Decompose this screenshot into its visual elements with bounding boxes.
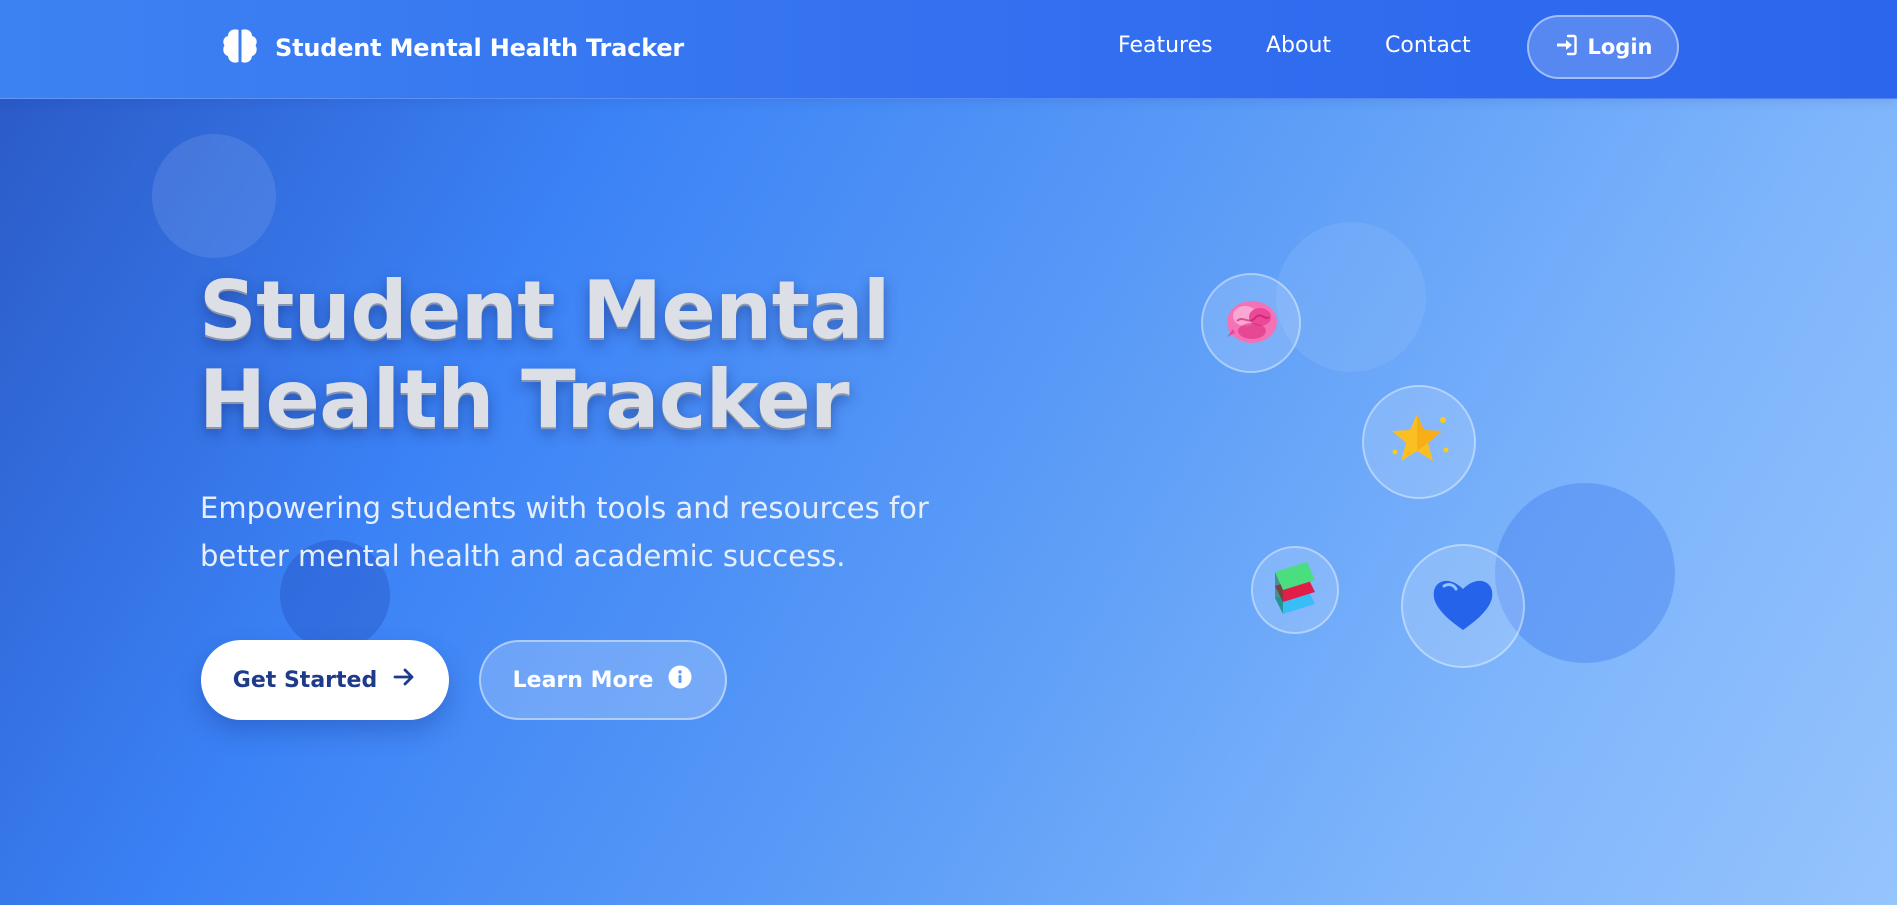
brand[interactable]: Student Mental Health Tracker bbox=[219, 22, 684, 74]
books-emoji-icon bbox=[1267, 558, 1323, 622]
floating-brain-bubble bbox=[1201, 273, 1301, 373]
blue-heart-emoji-icon bbox=[1430, 574, 1496, 638]
get-started-button[interactable]: Get Started bbox=[201, 640, 449, 720]
hero-subtitle: Empowering students with tools and resou… bbox=[200, 484, 960, 580]
top-navbar: Student Mental Health Tracker Features A… bbox=[0, 0, 1897, 99]
decorative-circle bbox=[152, 134, 276, 258]
brain-emoji-icon bbox=[1221, 291, 1281, 355]
floating-star-bubble bbox=[1362, 385, 1476, 499]
nav-link-about[interactable]: About bbox=[1266, 33, 1331, 58]
get-started-label: Get Started bbox=[232, 667, 378, 693]
info-circle-icon bbox=[667, 664, 693, 696]
login-button[interactable]: Login bbox=[1527, 15, 1679, 79]
brand-title: Student Mental Health Tracker bbox=[275, 34, 685, 62]
login-label: Login bbox=[1587, 35, 1653, 59]
hero-subtitle-line-1: Empowering students with tools and resou… bbox=[200, 491, 929, 525]
learn-more-button[interactable]: Learn More bbox=[479, 640, 727, 720]
arrow-right-icon bbox=[391, 664, 417, 696]
decorative-circle bbox=[1495, 483, 1675, 663]
hero-title-line-1: Student Mental bbox=[199, 264, 890, 357]
star-emoji-icon bbox=[1387, 408, 1451, 476]
sign-in-icon bbox=[1554, 33, 1578, 62]
hero-title-line-2: Health Tracker bbox=[199, 353, 850, 446]
floating-books-bubble bbox=[1251, 546, 1339, 634]
learn-more-label: Learn More bbox=[512, 667, 654, 693]
decorative-circle bbox=[1276, 222, 1426, 372]
hero-subtitle-line-2: better mental health and academic succes… bbox=[200, 539, 846, 573]
floating-heart-bubble bbox=[1401, 544, 1525, 668]
brain-icon bbox=[219, 25, 261, 71]
nav-link-features[interactable]: Features bbox=[1118, 33, 1213, 58]
nav-link-contact[interactable]: Contact bbox=[1385, 33, 1471, 58]
hero-title: Student Mental Health Tracker bbox=[199, 266, 959, 444]
